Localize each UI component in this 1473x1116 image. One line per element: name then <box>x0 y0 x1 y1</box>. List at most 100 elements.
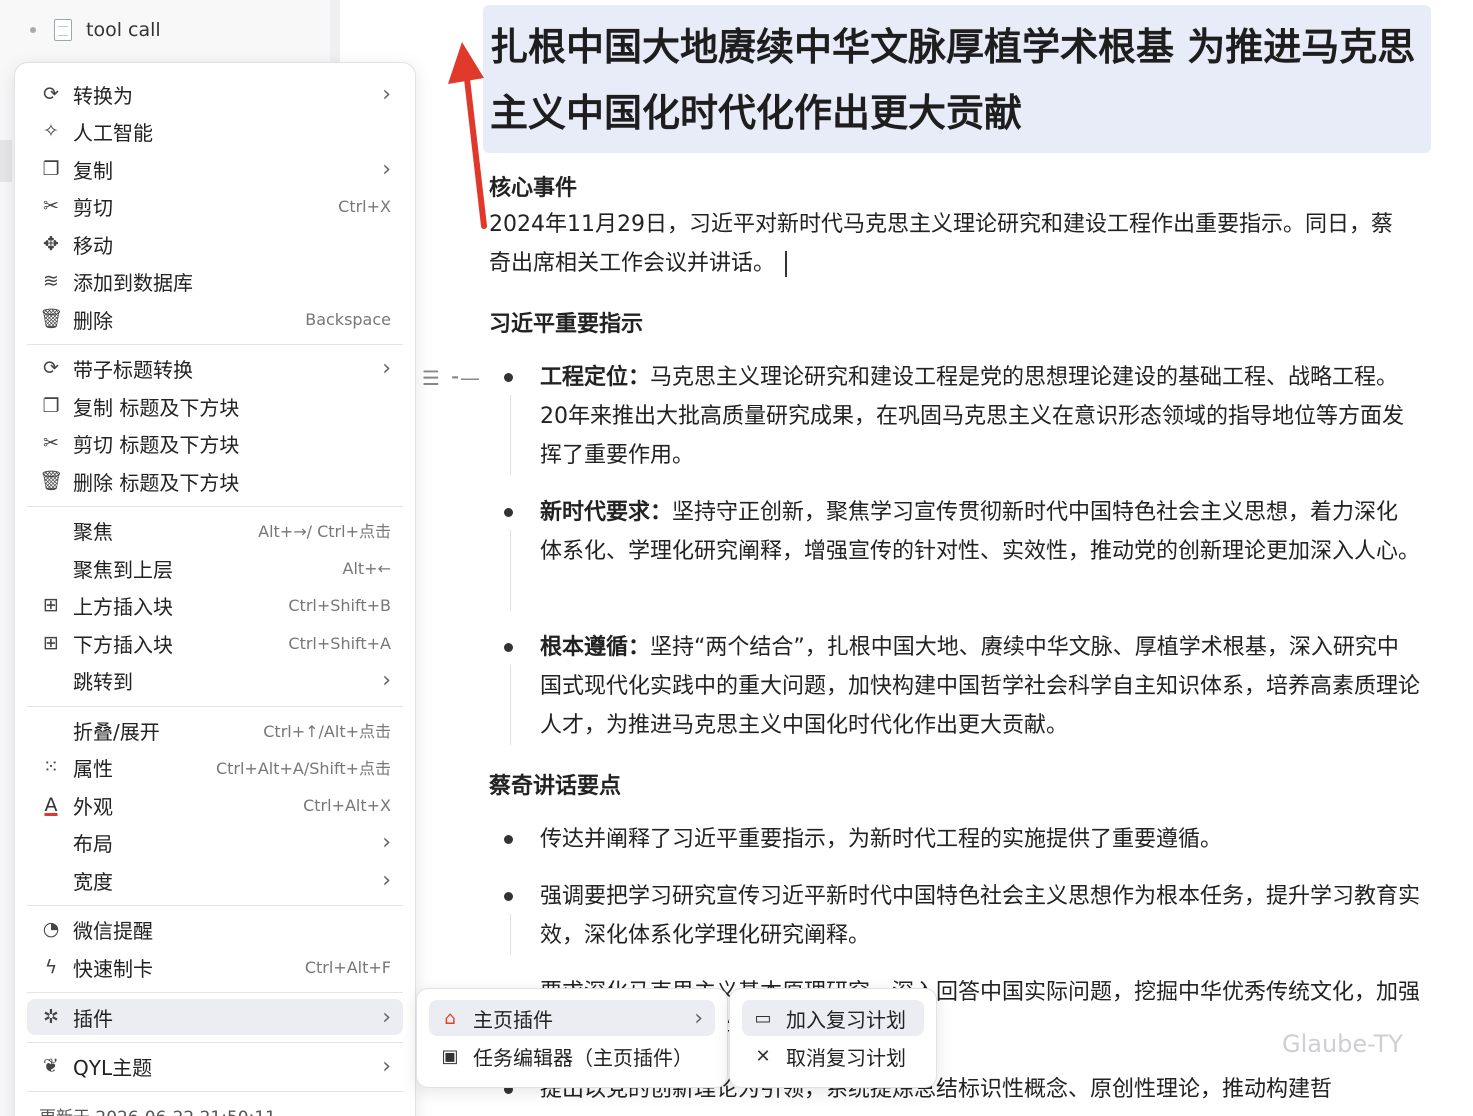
block-context-menu: ⟳ 转换为 › ✧ 人工智能 ❐ 复制 › ✂ 剪切 Ctrl+X ✥ 移动 ≋… <box>14 62 416 1116</box>
text-caret <box>785 251 787 277</box>
clipboard-check-icon: ▣ <box>441 1045 459 1067</box>
menu-divider <box>27 506 403 507</box>
page-title[interactable]: 扎根中国大地赓续中华文脉厚植学术根基 为推进马克思主义中国化时代化作出更大贡献 <box>490 14 1430 146</box>
tree-bullet-icon <box>30 27 36 33</box>
sidebar-selection-indicator <box>0 140 12 182</box>
menu-item-qyl-theme[interactable]: ❦ QYL主题 › <box>27 1048 403 1084</box>
calendar-icon: ▭ <box>754 1007 772 1029</box>
review-plan-submenu: ▭ 加入复习计划 ✕ 取消复习计划 <box>729 988 937 1088</box>
core-event-paragraph[interactable]: 2024年11月29日，习近平对新时代马克思主义理论研究和建设工程作出重要指示。… <box>489 205 1409 283</box>
lightning-icon: ϟ <box>44 955 58 978</box>
move-icon: ✥ <box>43 232 59 255</box>
menu-item-appearance[interactable]: A 外观 Ctrl+Alt+X <box>27 787 403 823</box>
submenu-item-home-plugin[interactable]: ⌂ 主页插件 › <box>429 1000 715 1036</box>
bullet-dot[interactable] <box>504 508 513 517</box>
document-icon <box>54 19 72 41</box>
scissors-icon: ✂ <box>43 431 59 454</box>
bullet-dot[interactable] <box>504 835 513 844</box>
scissors-icon: ✂ <box>43 194 59 217</box>
ai-sparkle-icon: ✧ <box>43 119 59 142</box>
menu-item-layout[interactable]: 布局 › <box>27 824 403 860</box>
chevron-right-icon: › <box>382 1053 391 1079</box>
menu-item-width[interactable]: 宽度 › <box>27 862 403 898</box>
copy-icon: ❐ <box>42 157 60 180</box>
copy-icon: ❐ <box>42 394 60 417</box>
menu-divider <box>27 1042 403 1043</box>
bullet-guide-line <box>510 395 511 475</box>
menu-item-focus[interactable]: 聚焦 Alt+→/ Ctrl+点击 <box>27 512 403 548</box>
list-item[interactable]: 传达并阐释了习近平重要指示，为新时代工程的实施提供了重要遵循。 <box>540 820 1420 859</box>
chevron-right-icon: › <box>382 156 391 182</box>
database-icon: ≋ <box>43 269 59 292</box>
list-item[interactable]: 强调要把学习研究宣传习近平新时代中国特色社会主义思想作为根本任务，提升学习教育实… <box>540 877 1420 955</box>
menu-item-convert-with-children[interactable]: ⟳ 带子标题转换 › <box>27 350 403 386</box>
menu-item-copy-heading-block[interactable]: ❐ 复制 标题及下方块 <box>27 388 403 424</box>
menu-updated-timestamp: 更新于 2026-06-22 21:50:11 <box>39 1103 276 1116</box>
watermark: Glaube-TY <box>1282 1030 1403 1058</box>
trash-icon: 🗑 <box>38 307 64 330</box>
appearance-icon: A <box>44 793 58 816</box>
heading-cai-speech[interactable]: 蔡奇讲话要点 <box>489 768 621 800</box>
list-item[interactable]: 根本遵循：坚持“两个结合”，扎根中国大地、赓续中华文脉、厚植学术根基，深入研究中… <box>540 628 1420 745</box>
menu-item-focus-parent[interactable]: 聚焦到上层 Alt+← <box>27 550 403 586</box>
menu-item-wechat-reminder[interactable]: ◔ 微信提醒 <box>27 911 403 947</box>
menu-divider <box>27 905 403 906</box>
heading-core-event[interactable]: 核心事件 <box>489 170 577 202</box>
list-icon[interactable]: ☰ <box>422 366 440 390</box>
chevron-right-icon: › <box>382 867 391 893</box>
theme-icon: ❦ <box>43 1054 59 1077</box>
plugin-icon: ✲ <box>43 1005 59 1028</box>
trash-icon: 🗑 <box>38 469 64 492</box>
bullet-guide-line <box>510 914 511 954</box>
menu-divider <box>27 344 403 345</box>
heading-xi-instructions[interactable]: 习近平重要指示 <box>489 306 643 338</box>
chevron-right-icon: › <box>382 81 391 107</box>
menu-item-attributes[interactable]: ⁙ 属性 Ctrl+Alt+A/Shift+点击 <box>27 749 403 785</box>
chevron-right-icon: › <box>382 667 391 693</box>
menu-item-move[interactable]: ✥ 移动 <box>27 226 403 262</box>
sidebar-item-tool-call[interactable]: tool call <box>30 14 161 46</box>
menu-divider <box>27 992 403 993</box>
chevron-right-icon: › <box>694 1005 703 1031</box>
list-item[interactable]: 工程定位：马克思主义理论研究和建设工程是党的思想理论建设的基础工程、战略工程。2… <box>540 358 1420 475</box>
submenu-item-add-review[interactable]: ▭ 加入复习计划 <box>742 1000 924 1036</box>
menu-item-add-to-database[interactable]: ≋ 添加到数据库 <box>27 263 403 299</box>
convert-icon: ⟳ <box>43 356 59 379</box>
home-plugin-icon: ⌂ <box>444 1007 456 1029</box>
menu-item-delete-heading-block[interactable]: 🗑 删除 标题及下方块 <box>27 463 403 499</box>
convert-icon: ⟳ <box>43 82 59 105</box>
menu-item-fold-expand[interactable]: 折叠/展开 Ctrl+↑/Alt+点击 <box>27 712 403 748</box>
plugins-submenu: ⌂ 主页插件 › ▣ 任务编辑器（主页插件） <box>416 988 728 1088</box>
wechat-reminder-icon: ◔ <box>42 917 60 940</box>
chevron-right-icon: › <box>382 355 391 381</box>
insert-above-icon: ⊞ <box>43 593 59 616</box>
submenu-item-cancel-review[interactable]: ✕ 取消复习计划 <box>742 1038 924 1074</box>
menu-item-delete[interactable]: 🗑 删除 Backspace <box>27 301 403 337</box>
menu-divider <box>27 1091 403 1092</box>
insert-below-icon: ⊞ <box>43 631 59 654</box>
menu-item-jump-to[interactable]: 跳转到 › <box>27 662 403 698</box>
menu-item-plugins[interactable]: ✲ 插件 › <box>27 999 403 1035</box>
bullet-guide-line <box>510 665 511 745</box>
menu-item-cut-heading-block[interactable]: ✂ 剪切 标题及下方块 <box>27 425 403 461</box>
menu-item-convert[interactable]: ⟳ 转换为 › <box>27 76 403 112</box>
menu-item-cut[interactable]: ✂ 剪切 Ctrl+X <box>27 188 403 224</box>
block-gutter[interactable]: ☰ ⁃— <box>422 366 480 390</box>
submenu-item-task-editor[interactable]: ▣ 任务编辑器（主页插件） <box>429 1038 715 1074</box>
menu-item-insert-above[interactable]: ⊞ 上方插入块 Ctrl+Shift+B <box>27 587 403 623</box>
chevron-right-icon: › <box>382 1004 391 1030</box>
menu-item-ai[interactable]: ✧ 人工智能 <box>27 113 403 149</box>
menu-item-copy[interactable]: ❐ 复制 › <box>27 151 403 187</box>
attributes-icon: ⁙ <box>43 755 59 778</box>
list-item[interactable]: 新时代要求：坚持守正创新，聚焦学习宣传贯彻新时代中国特色社会主义思想，着力深化体… <box>540 493 1420 571</box>
close-icon: ✕ <box>755 1045 771 1067</box>
bullet-dot[interactable] <box>504 643 513 652</box>
menu-item-quick-card[interactable]: ϟ 快速制卡 Ctrl+Alt+F <box>27 949 403 985</box>
chevron-right-icon: › <box>382 829 391 855</box>
menu-divider <box>27 706 403 707</box>
bullet-dot[interactable] <box>504 373 513 382</box>
bullet-dot[interactable] <box>504 892 513 901</box>
menu-item-insert-below[interactable]: ⊞ 下方插入块 Ctrl+Shift+A <box>27 625 403 661</box>
bullet-guide-line <box>510 530 511 610</box>
collapse-icon[interactable]: ⁃— <box>450 366 480 390</box>
